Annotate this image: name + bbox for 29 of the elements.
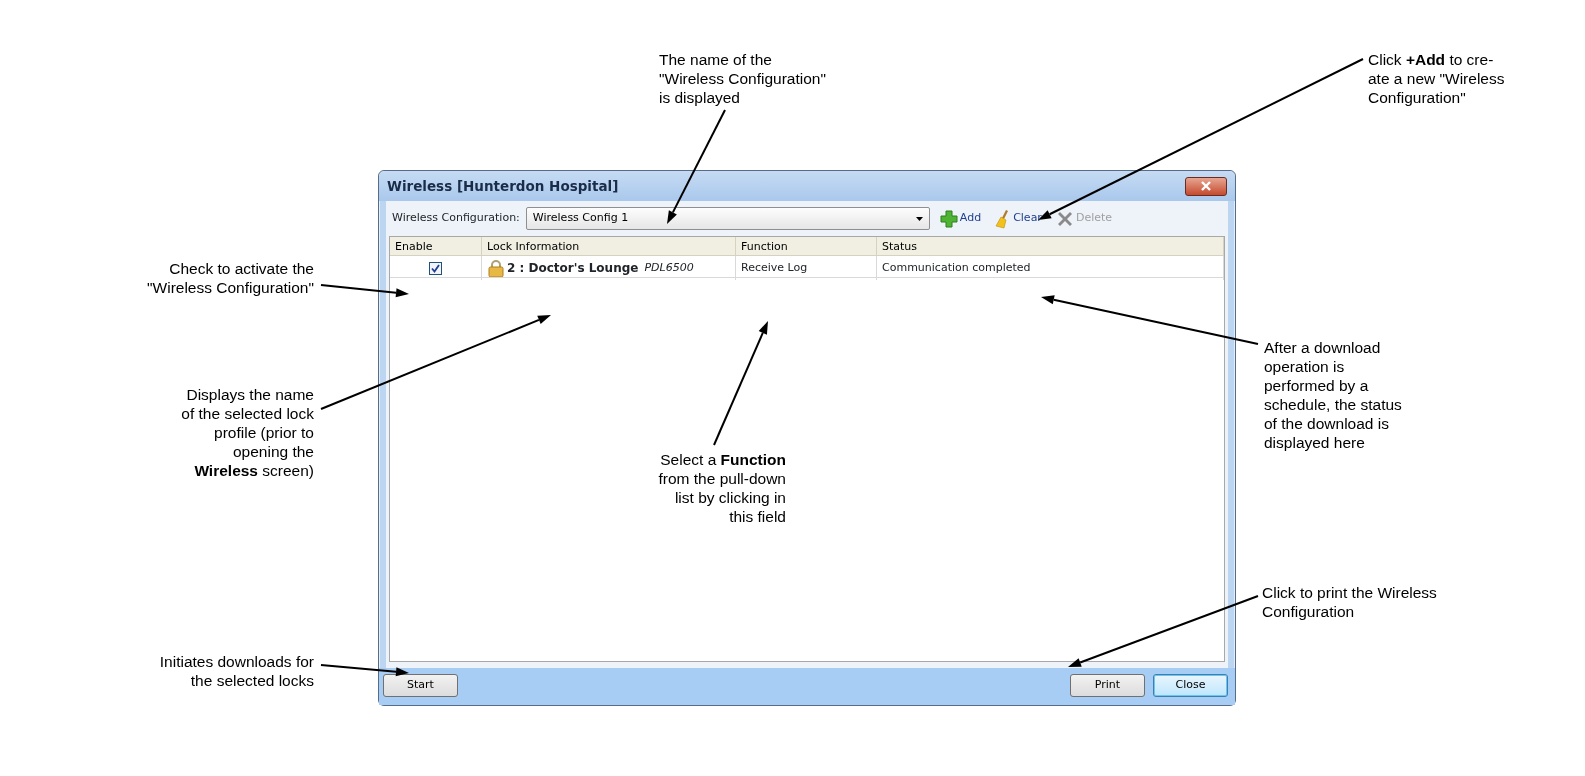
add-button[interactable]: Add	[935, 209, 986, 228]
dialog-button[interactable]: Start	[383, 674, 458, 697]
column-header: Function	[736, 237, 877, 258]
dialog-button[interactable]: Print	[1070, 674, 1145, 697]
callout-text: Click to print the Wireless Configuration	[1262, 583, 1437, 621]
column-header: Enable	[390, 237, 482, 258]
callout-text: Select a Function from the pull-down list by clicking in this field	[658, 450, 786, 526]
close-button[interactable]	[1185, 176, 1227, 196]
callout-text: Displays the name of the selected lock profile (prior to opening the Wireless screen)	[181, 385, 314, 480]
config-dropdown[interactable]: Wireless Config 1	[525, 207, 930, 230]
table-cell: Communication completed	[877, 256, 1224, 280]
plus-icon	[939, 209, 958, 228]
field-label: Wireless Configuration:	[392, 210, 520, 227]
column-header: Status	[877, 237, 1224, 258]
callout-text: After a download operation is performed by a schedule, the status of the download is displayed here	[1264, 338, 1402, 452]
checkbox[interactable]	[429, 261, 442, 275]
table-cell: Receive Log	[736, 256, 877, 280]
callout-text: Check to activate the "Wireless Configuration"	[147, 259, 314, 297]
callout-text: Click +Add to cre- ate a new "Wireless Configuration"	[1368, 50, 1505, 107]
dialog-button[interactable]: Close	[1153, 674, 1228, 697]
callout-text: Initiates downloads for the selected locks	[159, 652, 314, 690]
lock-icon	[487, 259, 505, 277]
table-cell: 2 : Doctor's Lounge PDL6500	[482, 256, 736, 280]
dropdown-arrow-icon	[915, 216, 923, 221]
close-icon	[1201, 181, 1211, 191]
window-title: Wireless [Hunterdon Hospital]	[387, 176, 619, 196]
column-header: Lock Information	[482, 237, 736, 258]
clear-button[interactable]: Clear	[991, 208, 1046, 229]
callout-text: The name of the "Wireless Configuration" is displayed	[659, 50, 826, 107]
